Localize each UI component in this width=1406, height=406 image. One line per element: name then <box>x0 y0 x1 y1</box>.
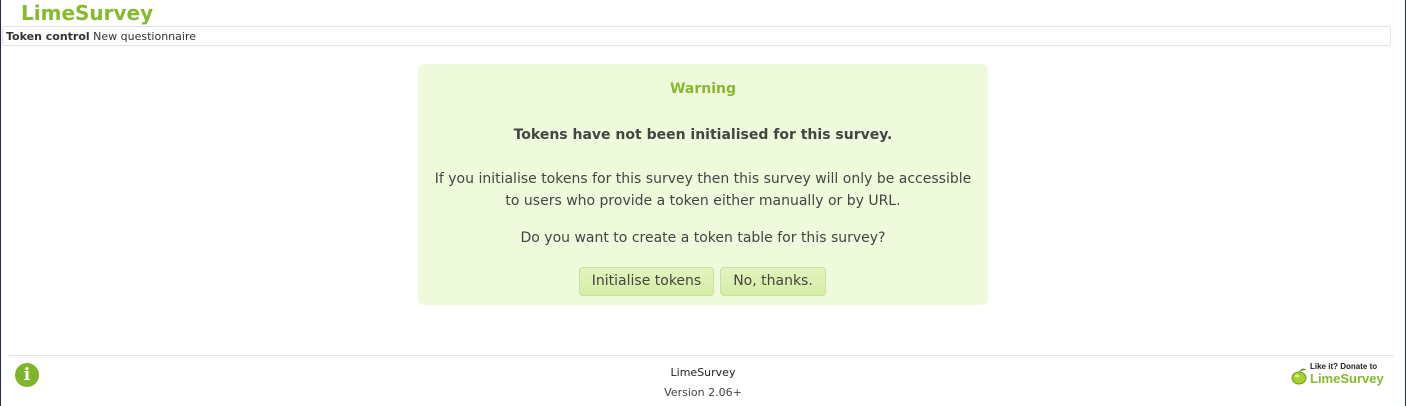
footer-app-name: LimeSurvey <box>670 366 736 379</box>
donate-brand: LimeSurvey <box>1310 371 1384 386</box>
warning-title: Warning <box>669 81 737 97</box>
breadcrumb-bar: Token control New questionnaire <box>2 26 1391 46</box>
footer-divider <box>8 355 1394 356</box>
warning-question: Do you want to create a token table for … <box>520 230 886 246</box>
donate-link[interactable]: Like it? Donate to LimeSurvey <box>1290 361 1394 389</box>
breadcrumb-section: Token control <box>6 30 90 43</box>
warning-heading: Tokens have not been initialised for thi… <box>513 127 893 143</box>
warning-message: If you initialise tokens for this survey… <box>434 171 972 209</box>
breadcrumb-survey-name: New questionnaire <box>93 30 197 43</box>
lime-icon <box>1291 368 1307 385</box>
window-border-left <box>0 0 1 406</box>
initialise-tokens-button[interactable]: Initialise tokens <box>579 267 714 296</box>
warning-dialog: Warning Tokens have not been initialised… <box>418 64 988 305</box>
footer-version: Version 2.06+ <box>664 386 742 399</box>
donate-text: Like it? Donate to <box>1310 362 1378 371</box>
app-logo[interactable]: LimeSurvey <box>21 1 153 25</box>
no-thanks-button[interactable]: No, thanks. <box>720 267 826 296</box>
